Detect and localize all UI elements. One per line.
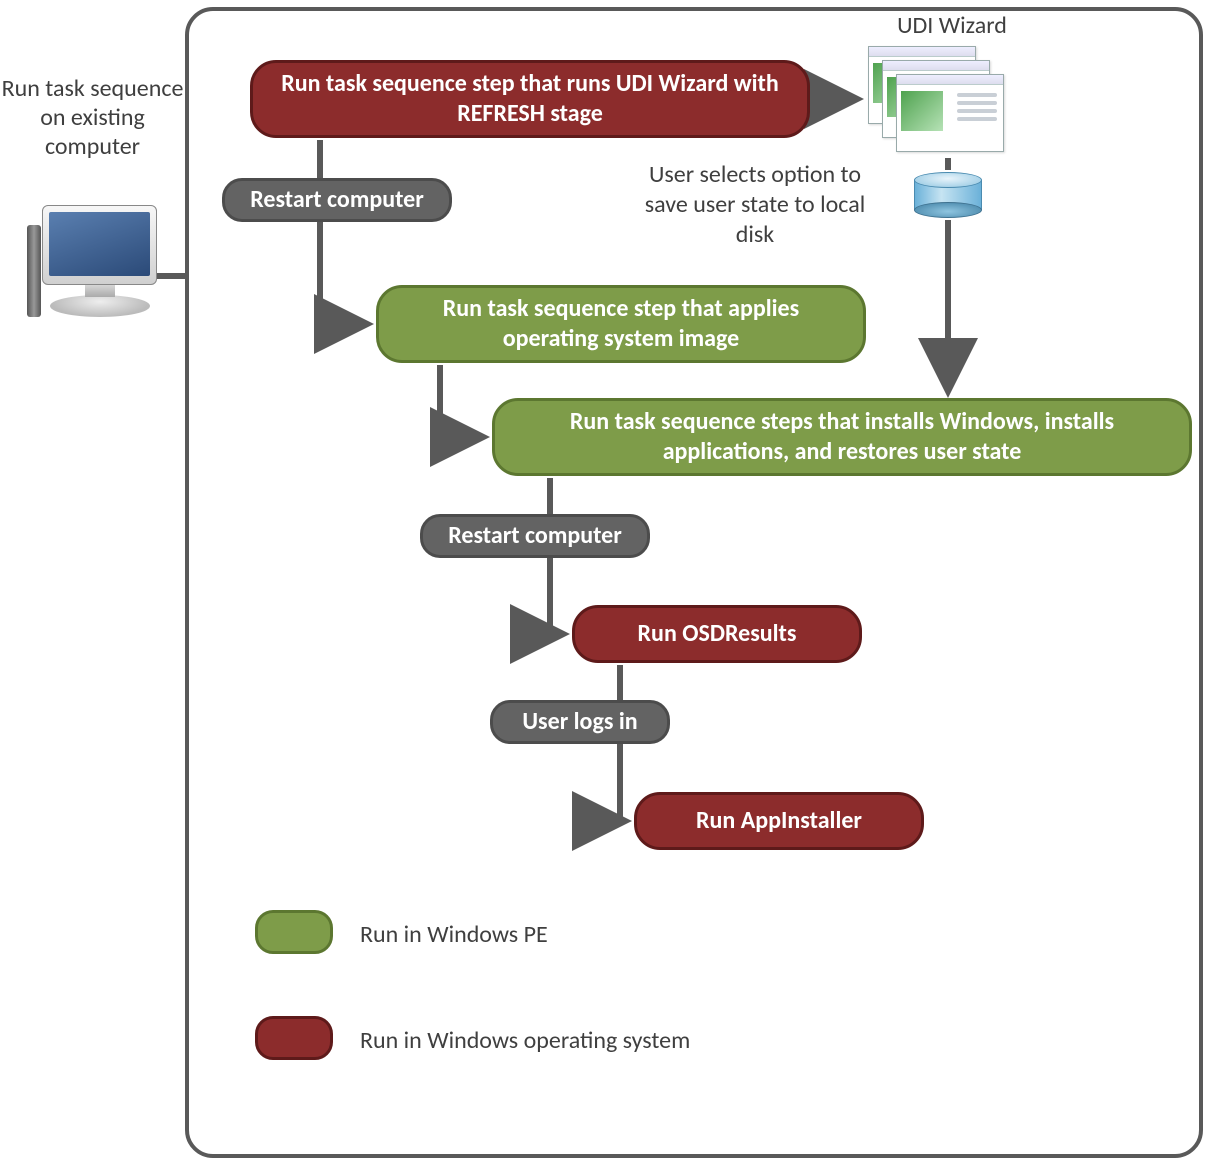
legend-swatch-os <box>255 1016 333 1060</box>
database-icon <box>914 172 982 218</box>
node-apply-os-image: Run task sequence step that applies oper… <box>376 285 866 363</box>
legend-text-pe: Run in Windows PE <box>360 920 548 949</box>
udi-wizard-icon <box>868 46 1008 158</box>
legend-text-os: Run in Windows operating system <box>360 1026 690 1055</box>
computer-icon <box>22 205 162 325</box>
legend-swatch-pe <box>255 910 333 954</box>
node-restart-1: Restart computer <box>222 178 452 222</box>
run-task-sequence-label: Run task sequence on existing computer <box>0 75 185 161</box>
node-restart-2: Restart computer <box>420 514 650 558</box>
udi-wizard-label: UDI Wizard <box>882 11 1022 40</box>
node-run-udi-refresh: Run task sequence step that runs UDI Wiz… <box>250 60 810 138</box>
node-user-logs-in: User logs in <box>490 700 670 744</box>
node-run-osdresults: Run OSDResults <box>572 605 862 663</box>
user-selects-label: User selects option to save user state t… <box>630 160 880 250</box>
node-run-appinstaller: Run AppInstaller <box>634 792 924 850</box>
node-install-windows-apps-restore: Run task sequence steps that installs Wi… <box>492 398 1192 476</box>
